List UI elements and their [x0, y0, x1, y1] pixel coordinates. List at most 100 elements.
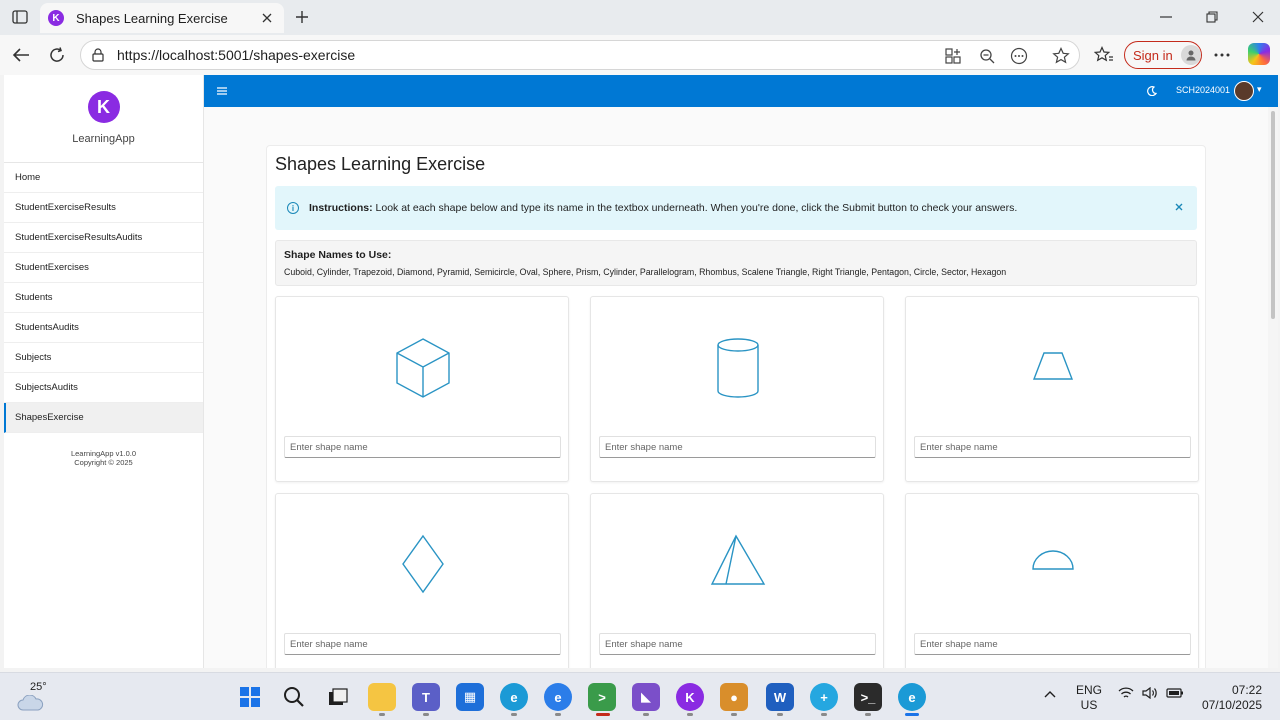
shape-card: [275, 296, 569, 482]
instructions-text: Instructions: Look at each shape below a…: [309, 202, 1017, 214]
shape-name-input[interactable]: [599, 633, 876, 655]
terminal-app-icon[interactable]: >: [588, 683, 616, 711]
learning-app-icon[interactable]: K: [676, 683, 704, 711]
volume-icon[interactable]: [1142, 686, 1158, 702]
running-indicator: [731, 713, 737, 716]
shape-name-input[interactable]: [284, 633, 561, 655]
sign-in-button[interactable]: Sign in: [1124, 41, 1202, 69]
dark-mode-moon-icon[interactable]: [1144, 83, 1160, 99]
close-icon[interactable]: [258, 9, 276, 27]
favorites-icon[interactable]: [1092, 43, 1116, 67]
sidebar-item-student-exercise-results[interactable]: StudentExerciseResults: [4, 193, 203, 223]
running-indicator: [379, 713, 385, 716]
sidebar-item-shapes-exercise[interactable]: ShapesExercise: [4, 403, 203, 433]
more-page-actions-icon[interactable]: [1009, 47, 1029, 65]
sidebar-item-students-audits[interactable]: StudentsAudits: [4, 313, 203, 343]
tab-actions-icon[interactable]: [8, 6, 32, 28]
cloud-icon: [17, 695, 44, 711]
browser-tab-bar: K Shapes Learning Exercise: [0, 0, 1280, 35]
user-code[interactable]: SCH2024001: [1176, 85, 1230, 95]
wifi-icon[interactable]: [1118, 687, 1134, 702]
edge-icon[interactable]: e: [500, 683, 528, 711]
semicircle-shape-icon: [1032, 550, 1074, 570]
weather-widget[interactable]: 25°: [16, 681, 52, 713]
taskbar: 25° T ▦ e e > ◣ K ● W + >_ e ENG US 07:2…: [0, 672, 1280, 720]
window-close-icon[interactable]: [1244, 6, 1272, 28]
cuboid-shape-icon: [396, 338, 450, 398]
system-clock[interactable]: 07:22 07/10/2025: [1196, 683, 1262, 713]
scrollbar-thumb[interactable]: [1271, 111, 1275, 319]
command-prompt-icon[interactable]: >_: [854, 683, 882, 711]
fruit-app-icon[interactable]: ●: [720, 683, 748, 711]
instructions-body: Look at each shape below and type its na…: [372, 202, 1018, 214]
show-hidden-icons-chevron-up-icon[interactable]: [1044, 687, 1056, 701]
visual-studio-icon[interactable]: ◣: [632, 683, 660, 711]
trapezoid-shape-icon: [1032, 352, 1074, 380]
running-indicator: [423, 713, 429, 716]
minimize-icon[interactable]: [1152, 6, 1180, 28]
running-indicator: [865, 713, 871, 716]
brand-name: LearningApp: [72, 133, 135, 145]
profile-avatar-icon: [1180, 45, 1201, 65]
sidebar-item-student-exercise-results-audits[interactable]: StudentExerciseResultsAudits: [4, 223, 203, 253]
new-tab-plus-icon[interactable]: [290, 6, 314, 28]
site-info-lock-icon[interactable]: [91, 48, 105, 62]
battery-icon[interactable]: [1166, 687, 1184, 702]
back-arrow-icon[interactable]: [8, 43, 34, 67]
info-icon: i: [287, 202, 299, 214]
file-explorer-icon[interactable]: [368, 683, 396, 711]
sidebar-item-subjects[interactable]: Subjects: [4, 343, 203, 373]
page-scrollbar[interactable]: [1268, 107, 1278, 668]
microsoft-store-icon[interactable]: ▦: [456, 683, 484, 711]
region-code: US: [1080, 698, 1098, 712]
sidebar: K LearningApp Home StudentExerciseResult…: [4, 75, 204, 668]
sidebar-item-students[interactable]: Students: [4, 283, 203, 313]
settings-more-icon[interactable]: [1210, 43, 1234, 67]
edge-dev-icon[interactable]: e: [544, 683, 572, 711]
zoom-out-icon[interactable]: [977, 47, 997, 65]
shape-card: [590, 493, 884, 668]
windows-start-icon[interactable]: [236, 683, 264, 711]
teams-icon[interactable]: T: [412, 683, 440, 711]
shape-card: [590, 296, 884, 482]
top-app-bar: SCH2024001 ▾: [204, 75, 1278, 107]
edge-browser-icon[interactable]: e: [898, 683, 926, 711]
weather-temperature: 25°: [30, 681, 47, 693]
browser-address-bar: https://localhost:5001/shapes-exercise S…: [0, 35, 1280, 75]
sidebar-footer: LearningApp v1.0.0 Copyright © 2025: [4, 449, 203, 467]
plus-app-icon[interactable]: +: [810, 683, 838, 711]
running-indicator: [555, 713, 561, 716]
tab-favicon-icon: K: [48, 10, 64, 26]
running-indicator: [643, 713, 649, 716]
sidebar-item-subjects-audits[interactable]: SubjectsAudits: [4, 373, 203, 403]
diamond-shape-icon: [402, 534, 444, 594]
chevron-down-icon[interactable]: ▾: [1257, 84, 1262, 95]
shape-name-input[interactable]: [599, 436, 876, 458]
alert-close-icon[interactable]: [1175, 200, 1183, 214]
task-view-icon[interactable]: [324, 683, 352, 711]
language-indicator[interactable]: ENG US: [1076, 683, 1102, 713]
menu-hamburger-icon[interactable]: [214, 83, 230, 99]
running-indicator: [777, 713, 783, 716]
pyramid-shape-icon: [710, 534, 766, 585]
running-indicator: [687, 713, 693, 716]
refresh-icon[interactable]: [44, 43, 70, 67]
shape-name-input[interactable]: [284, 436, 561, 458]
shape-name-input[interactable]: [914, 633, 1191, 655]
sidebar-item-student-exercises[interactable]: StudentExercises: [4, 253, 203, 283]
shape-name-input[interactable]: [914, 436, 1191, 458]
app-logo-icon[interactable]: K: [87, 91, 120, 123]
sidebar-item-home[interactable]: Home: [4, 163, 203, 193]
search-icon[interactable]: [280, 683, 308, 711]
user-avatar[interactable]: [1234, 81, 1254, 101]
browser-tab-active[interactable]: K Shapes Learning Exercise: [40, 3, 284, 33]
footer-version: LearningApp v1.0.0: [70, 449, 137, 458]
tab-title: Shapes Learning Exercise: [76, 10, 228, 26]
favorite-star-icon[interactable]: [1051, 47, 1071, 65]
word-icon[interactable]: W: [766, 683, 794, 711]
url-bar[interactable]: https://localhost:5001/shapes-exercise: [80, 40, 1080, 70]
apps-install-icon[interactable]: [943, 47, 963, 65]
restore-icon[interactable]: [1198, 6, 1226, 28]
copilot-icon[interactable]: [1248, 43, 1270, 65]
brand: K LearningApp: [4, 75, 203, 163]
